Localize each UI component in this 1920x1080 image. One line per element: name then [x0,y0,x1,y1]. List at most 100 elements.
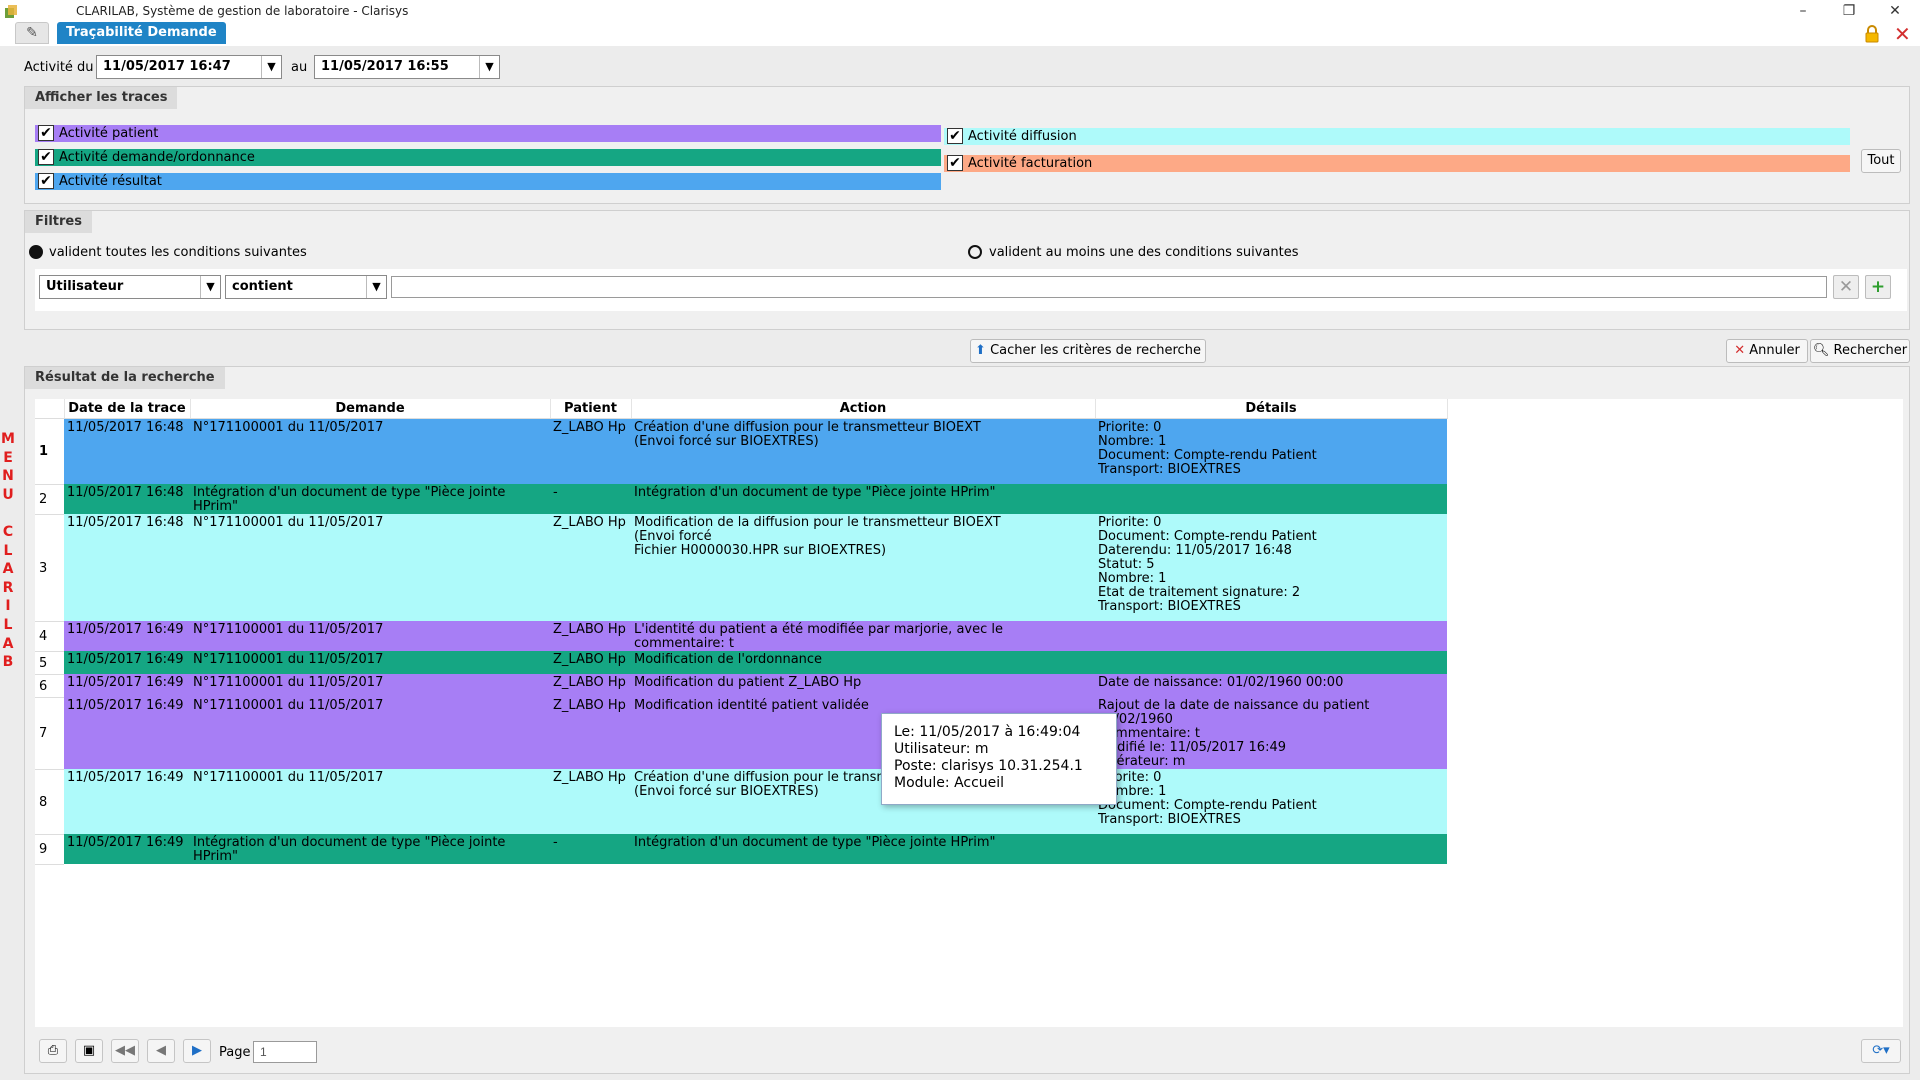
side-menu-letter: L [3,616,13,633]
col-header-details[interactable]: Détails [1095,399,1448,419]
col-header-date[interactable]: Date de la trace [64,399,191,419]
pin-tab-button[interactable]: ✎ [15,22,49,44]
table-row[interactable]: 9 11/05/2017 16:49 Intégration d'un docume… [35,834,1447,865]
date-to-value: 11/05/2017 16:55 [321,59,449,74]
cell-demande: Intégration d'un document de type "Pièce… [190,834,550,864]
radio-any-condition[interactable] [968,245,982,259]
minimize-button[interactable]: – [1780,0,1826,22]
row-index: 9 [35,834,64,865]
next-page-icon[interactable]: ▶ [183,1039,211,1063]
cell-demande: N°171100001 du 11/05/2017 [190,697,550,769]
refresh-options-icon[interactable]: ⟳▾ [1861,1039,1901,1063]
lock-icon[interactable] [1862,24,1882,44]
chevron-down-icon[interactable]: ▼ [479,56,499,78]
table-row[interactable]: 5 11/05/2017 16:49 N°171100001 du 11/05/20… [35,651,1447,675]
chevron-down-icon[interactable]: ▼ [366,276,386,298]
table-row[interactable]: 6 11/05/2017 16:49 N°171100001 du 11/05/20… [35,674,1447,698]
filter-field-select[interactable]: Utilisateur ▼ [39,275,221,299]
to-label: au [291,60,308,75]
filter-operator-select[interactable]: contient ▼ [225,275,387,299]
close-tab-icon[interactable]: ✕ [1894,23,1911,45]
side-menu-letter: U [2,486,14,503]
search-icon: 🔍︎ [1812,343,1830,358]
table-row[interactable]: 3 11/05/2017 16:48 N°171100001 du 11/05/20… [35,514,1447,622]
cell-patient: Z_LABO Hp [550,651,631,674]
trace-toggle-facturation[interactable]: ✔ Activité facturation [944,155,1850,172]
col-header-patient[interactable]: Patient [550,399,632,419]
hide-criteria-button[interactable]: ⬆ Cacher les critères de recherche [970,339,1206,363]
traces-panel-title: Afficher les traces [25,87,178,109]
table-row[interactable]: 8 11/05/2017 16:49 N°171100001 du 11/05/20… [35,769,1447,835]
cancel-button[interactable]: ✕ Annuler [1726,339,1808,363]
radio-all-conditions[interactable] [29,245,43,259]
trace-label: Activité patient [59,126,159,141]
window-close-button[interactable]: ✕ [1872,0,1918,22]
table-row[interactable]: 7 11/05/2017 16:49 N°171100001 du 11/05/20… [35,697,1447,770]
page-label: Page [219,1045,251,1060]
side-menu-letter: M [1,431,15,447]
filter-value-input[interactable] [391,276,1827,298]
row-index: 8 [35,769,64,835]
date-from-select[interactable]: 11/05/2017 16:47 ▼ [96,55,282,79]
row-index: 4 [35,621,64,652]
checkbox-checked-icon[interactable]: ✔ [947,155,963,171]
checkbox-checked-icon[interactable]: ✔ [38,173,54,189]
trace-toggle-resultat[interactable]: ✔ Activité résultat [35,173,941,190]
previous-page-icon[interactable]: ◀ [147,1039,175,1063]
page-number-input[interactable] [253,1041,317,1063]
cell-details: Priorite: 0 Nombre: 1 Document: Compte-r… [1095,418,1447,484]
table-row[interactable]: 4 11/05/2017 16:49 N°171100001 du 11/05/20… [35,621,1447,652]
cell-demande: N°171100001 du 11/05/2017 [190,514,550,621]
traces-panel: Afficher les traces ✔ Activité patient ✔… [24,86,1910,204]
trace-label: Activité résultat [59,174,162,189]
tooltip-line: Module: Accueil [894,775,1005,791]
cell-details [1095,834,1447,864]
cell-patient: - [550,834,631,864]
col-header-demande[interactable]: Demande [190,399,551,419]
table-row[interactable]: 2 11/05/2017 16:48 Intégration d'un docume… [35,484,1447,515]
trace-toggle-patient[interactable]: ✔ Activité patient [35,125,941,142]
app-logo-icon [5,5,17,18]
cell-demande: Intégration d'un document de type "Pièce… [190,484,550,514]
first-page-icon[interactable]: ◀◀ [111,1039,139,1063]
col-header-action[interactable]: Action [631,399,1096,419]
trace-label: Activité diffusion [968,129,1077,144]
trace-toggle-demande[interactable]: ✔ Activité demande/ordonnance [35,149,941,166]
date-to-select[interactable]: 11/05/2017 16:55 ▼ [314,55,500,79]
cell-details: Priorite: 0 Nombre: 1 Document: Compte-r… [1095,769,1447,834]
trace-label: Activité demande/ordonnance [59,150,255,165]
cell-demande: N°171100001 du 11/05/2017 [190,769,550,834]
side-menu-letter: L [3,542,13,559]
tooltip-line: Poste: clarisys 10.31.254.1 [894,758,1083,774]
table-row[interactable]: 1 11/05/2017 16:48 N°171100001 du 11/05/20… [35,418,1447,485]
search-button[interactable]: 🔍︎ Rechercher [1810,339,1910,363]
checkbox-checked-icon[interactable]: ✔ [38,125,54,141]
cancel-label: Annuler [1749,343,1800,358]
trace-toggle-diffusion[interactable]: ✔ Activité diffusion [944,128,1850,145]
restore-button[interactable]: ❐ [1826,0,1872,22]
cell-demande: N°171100001 du 11/05/2017 [190,418,550,484]
cell-patient: Z_LABO Hp [550,769,631,834]
side-menu-letter: A [2,561,14,578]
export-icon[interactable]: ▣ [75,1039,103,1063]
side-menu-letter: C [2,523,14,540]
select-all-button[interactable]: Tout [1861,149,1901,173]
cell-date: 11/05/2017 16:49 [64,621,190,651]
side-menu-clarilab[interactable]: MENUCLARILAB [1,430,15,672]
tab-tracabilite-demande[interactable]: Traçabilité Demande [57,22,226,44]
home-up-icon: ⬆ [975,343,986,358]
checkbox-checked-icon[interactable]: ✔ [38,149,54,165]
cell-patient: Z_LABO Hp [550,697,631,769]
row-index: 6 [35,674,64,698]
from-label: Activité du [24,60,94,75]
add-filter-icon[interactable]: + [1865,275,1891,299]
search-label: Rechercher [1833,343,1908,358]
print-icon[interactable]: ⎙ [39,1039,67,1063]
filters-panel: Filtres valident toutes les conditions s… [24,210,1910,330]
remove-filter-icon[interactable]: ✕ [1833,275,1859,299]
pager-bar: ⎙ ▣ ◀◀ ◀ ▶ Page ⟳▾ [35,1035,1903,1071]
checkbox-checked-icon[interactable]: ✔ [947,128,963,144]
side-menu-letter: E [3,449,13,466]
chevron-down-icon[interactable]: ▼ [261,56,281,78]
chevron-down-icon[interactable]: ▼ [200,276,220,298]
